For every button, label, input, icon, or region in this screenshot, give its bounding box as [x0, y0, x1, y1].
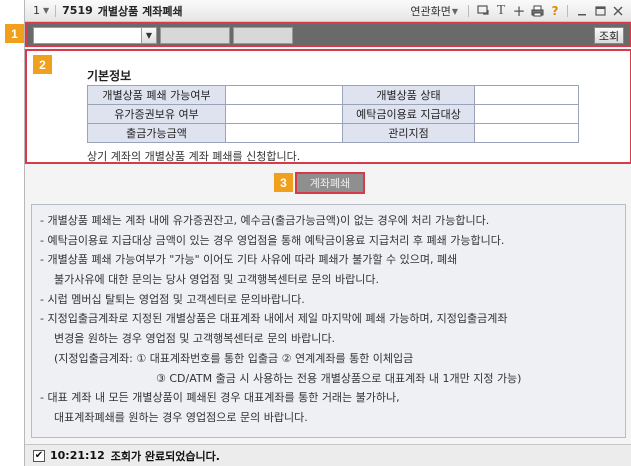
- account-detail-field: [233, 27, 293, 44]
- annotation-marker-1: 1: [5, 24, 24, 43]
- title-bar: 1 ▼ 7519 개별상품 계좌폐쇄 연관화면 ▼ T + ?: [25, 0, 631, 22]
- controls-separator-2: [567, 5, 568, 17]
- status-bar: ✔ 10:21:12 조회가 완료되었습니다.: [25, 444, 631, 466]
- notice-line: - 지정입출금계좌로 지정된 개별상품은 대표계좌 내에서 제일 마지막에 폐쇄…: [40, 312, 508, 326]
- controls-separator: [468, 5, 469, 17]
- help-icon[interactable]: ?: [547, 3, 563, 19]
- notice-line: - 개별상품 폐쇄는 계좌 내에 유가증권잔고, 예수금(출금가능금액)이 없는…: [40, 214, 490, 227]
- info-label: 출금가능금액: [87, 123, 226, 143]
- add-icon[interactable]: +: [511, 2, 527, 20]
- notice-line: - 대표 계좌 내 모든 개별상품이 폐쇄된 경우 대표계좌를 통한 거래는 불…: [40, 391, 400, 405]
- table-row: 개별상품 폐쇄 가능여부 개별상품 상태: [87, 85, 579, 105]
- apply-statement: 상기 계좌의 개별상품 계좌 폐쇄를 신청합니다.: [87, 150, 301, 163]
- maximize-icon[interactable]: [592, 3, 608, 19]
- query-button[interactable]: 조회: [594, 27, 624, 44]
- minimize-icon[interactable]: [574, 3, 590, 19]
- info-value: [225, 123, 343, 143]
- related-chevron-icon[interactable]: ▼: [452, 7, 458, 16]
- status-message: 조회가 완료되었습니다.: [110, 449, 220, 463]
- account-name-field: [160, 27, 230, 44]
- info-value: [474, 104, 579, 124]
- section-title: 기본정보: [87, 69, 132, 83]
- account-close-window: 1 ▼ 7519 개별상품 계좌폐쇄 연관화면 ▼ T + ? ▼ 조회 1 2…: [5, 0, 631, 466]
- notice-line: - 개별상품 폐쇄 가능여부가 "가능" 이어도 기타 사유에 따라 폐쇄가 불…: [40, 253, 458, 267]
- dropdown-arrow-icon[interactable]: ▼: [141, 28, 156, 43]
- notice-line: 변경을 원하는 경우 영업점 및 고객행복센터로 문의 바랍니다.: [54, 332, 335, 346]
- info-value: [474, 123, 579, 143]
- info-label: 예탁금이용료 지급대상: [342, 104, 475, 124]
- notice-line: ③ CD/ATM 출금 시 사용하는 전용 개별상품으로 대표계좌 내 1개만 …: [156, 371, 522, 385]
- basic-info-table: 개별상품 폐쇄 가능여부 개별상품 상태 유가증권보유 여부 예탁금이용료 지급…: [87, 85, 579, 143]
- chevron-down-icon[interactable]: ▼: [43, 6, 49, 15]
- table-row: 유가증권보유 여부 예탁금이용료 지급대상: [87, 104, 579, 124]
- account-select[interactable]: ▼: [33, 27, 157, 44]
- window-link-icon[interactable]: [475, 3, 491, 19]
- info-label: 유가증권보유 여부: [87, 104, 226, 124]
- title-separator: [55, 4, 57, 17]
- info-label: 개별상품 폐쇄 가능여부: [87, 85, 226, 105]
- window-number[interactable]: 1: [33, 4, 40, 17]
- info-label: 관리지점: [342, 123, 475, 143]
- print-icon[interactable]: [529, 3, 545, 19]
- status-time: 10:21:12: [50, 449, 105, 462]
- annotation-marker-2: 2: [33, 55, 52, 74]
- notice-line: (지정입출금계좌: ① 대표계좌번호를 통한 입출금 ② 연계계좌를 통한 이체…: [54, 351, 414, 365]
- info-label: 개별상품 상태: [342, 85, 475, 105]
- notice-line: 불가사유에 대한 문의는 당사 영업점 및 고객행복센터로 문의 바랍니다.: [54, 273, 379, 287]
- close-icon[interactable]: [610, 3, 626, 19]
- basic-info-panel: 2 기본정보 개별상품 폐쇄 가능여부 개별상품 상태 유가증권보유 여부 예탁…: [25, 49, 631, 164]
- info-value: [474, 85, 579, 105]
- info-value: [225, 85, 343, 105]
- screen-code: 7519: [62, 4, 93, 17]
- notice-line: - 예탁금이용료 지급대상 금액이 있는 경우 영업점을 통해 예탁금이용료 지…: [40, 233, 505, 247]
- table-row: 출금가능금액 관리지점: [87, 123, 579, 143]
- info-value: [225, 104, 343, 124]
- related-screens-menu[interactable]: 연관화면: [410, 3, 450, 19]
- title-bar-controls: 연관화면 ▼ T + ?: [410, 0, 626, 22]
- screen-title: 개별상품 계좌폐쇄: [97, 4, 183, 18]
- annotation-marker-3: 3: [274, 173, 293, 192]
- status-checkbox[interactable]: ✔: [33, 449, 45, 462]
- notice-box: - 개별상품 폐쇄는 계좌 내에 유가증권잔고, 예수금(출금가능금액)이 없는…: [31, 204, 626, 438]
- account-search-bar: ▼ 조회: [25, 22, 631, 47]
- notice-line: 대표계좌폐쇄를 원하는 경우 영업점으로 문의 바랍니다.: [54, 410, 308, 424]
- notice-line: - 시럽 멤버십 탈퇴는 영업점 및 고객센터로 문의바랍니다.: [40, 292, 305, 306]
- text-size-icon[interactable]: T: [493, 3, 509, 19]
- close-account-button[interactable]: 계좌폐쇄: [295, 172, 365, 194]
